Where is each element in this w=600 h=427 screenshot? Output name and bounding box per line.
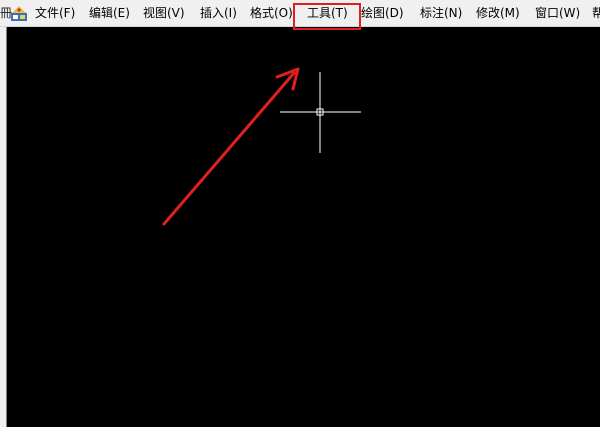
app-window: 冊 文件(F) 编辑(E) 视图(V) 插入(I) 格式(O) 工具(T) 绘图…: [0, 0, 600, 427]
menu-bar: 冊 文件(F) 编辑(E) 视图(V) 插入(I) 格式(O) 工具(T) 绘图…: [0, 0, 600, 27]
menu-format[interactable]: 格式(O): [250, 0, 293, 26]
drawing-canvas[interactable]: [7, 27, 600, 427]
menu-modify[interactable]: 修改(M): [476, 0, 520, 26]
menu-edit[interactable]: 编辑(E): [89, 0, 130, 26]
menu-dimension[interactable]: 标注(N): [420, 0, 462, 26]
menu-view[interactable]: 视图(V): [143, 0, 185, 26]
menu-tools[interactable]: 工具(T): [307, 0, 348, 26]
menu-file[interactable]: 文件(F): [35, 0, 75, 26]
menu-help[interactable]: 帮: [592, 0, 600, 26]
menu-window[interactable]: 窗口(W): [535, 0, 580, 26]
menu-insert[interactable]: 插入(I): [200, 0, 237, 26]
app-logo-icon[interactable]: [10, 4, 28, 22]
menu-draw[interactable]: 绘图(D): [361, 0, 404, 26]
